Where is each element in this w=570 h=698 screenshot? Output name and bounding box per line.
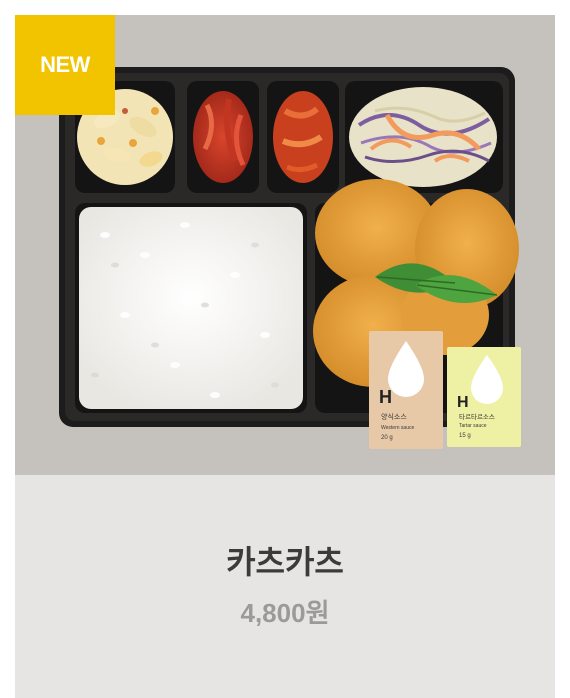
western-sauce-sublabel: Western sauce (381, 425, 414, 431)
tartar-sauce-weight: 15 g (459, 433, 471, 439)
product-card[interactable]: NEW H H 양식소스 Western sauce 20 g 타르타르소스 T… (15, 15, 555, 698)
western-sauce-label: 양식소스 (381, 412, 407, 421)
western-sauce-weight: 20 g (381, 435, 393, 441)
product-name[interactable]: 카츠카츠 (15, 537, 555, 583)
kimchi (273, 91, 333, 183)
western-sauce-packet: H (369, 331, 443, 449)
tartar-sauce-packet: H (447, 347, 521, 447)
svg-text:H: H (457, 394, 469, 411)
product-price: 4,800원 (240, 598, 330, 628)
product-image[interactable]: NEW H H 양식소스 Western sauce 20 g 타르타르소스 T… (15, 15, 555, 475)
svg-text:H: H (379, 387, 392, 407)
cabbage-salad (349, 87, 497, 187)
rice (79, 207, 303, 409)
new-badge: NEW (15, 15, 115, 115)
tartar-sauce-sublabel: Tartar sauce (459, 423, 487, 429)
spicy-radish (193, 91, 253, 183)
tartar-sauce-label: 타르타르소스 (459, 412, 495, 421)
